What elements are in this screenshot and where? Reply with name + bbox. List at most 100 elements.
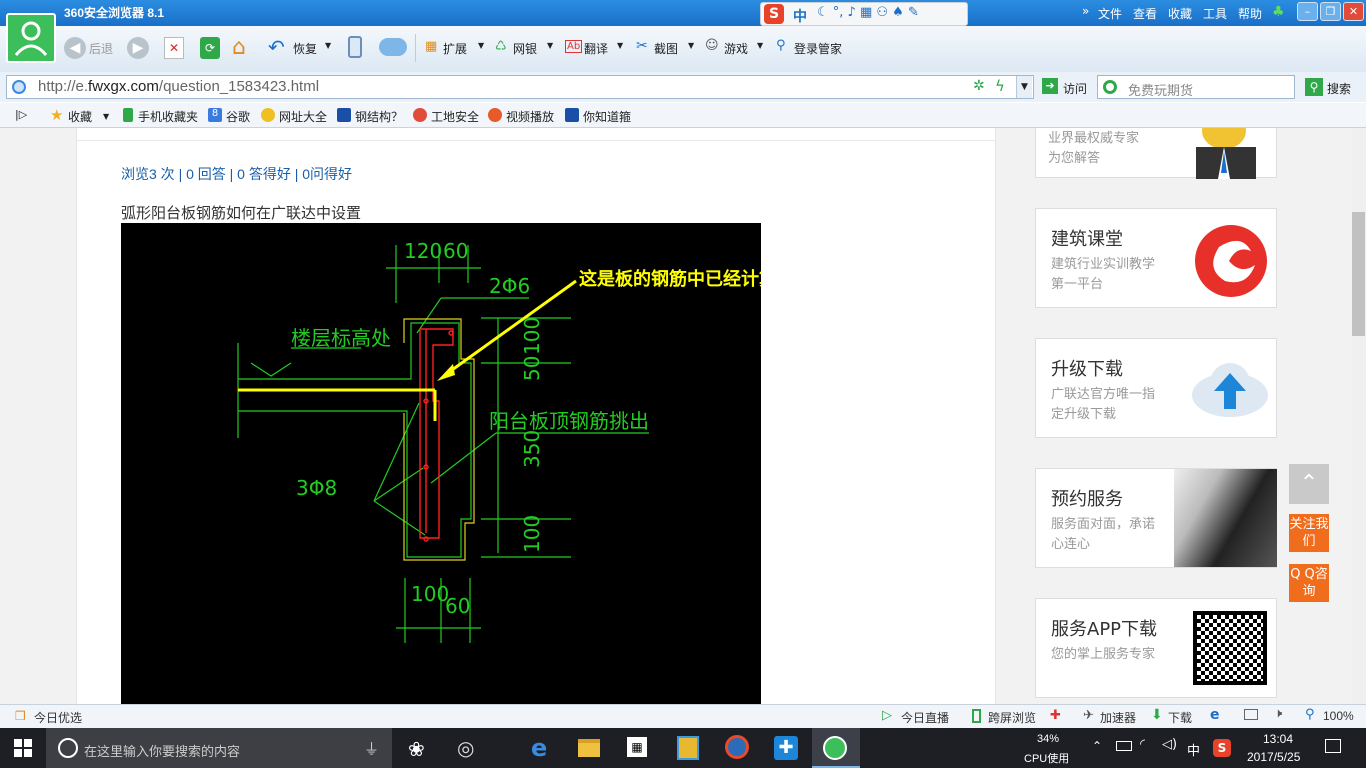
- sidebar-toggle-icon[interactable]: |▷: [15, 108, 27, 121]
- expert-card[interactable]: 业界最权威专家 为您解答: [1035, 128, 1277, 179]
- minimize-button[interactable]: –: [1297, 2, 1318, 21]
- fav-mobile[interactable]: 手机收藏夹: [138, 108, 198, 125]
- user-avatar[interactable]: [6, 13, 56, 63]
- menu-expand-icon[interactable]: »: [1082, 4, 1089, 18]
- extend-dropdown-icon[interactable]: ▼: [478, 41, 484, 50]
- notification-icon[interactable]: [1325, 739, 1341, 753]
- screenshot-dropdown-icon[interactable]: ▼: [688, 41, 694, 50]
- microphone-icon[interactable]: ⏚: [364, 738, 379, 759]
- fav-safety[interactable]: 工地安全: [431, 108, 479, 125]
- medical-icon[interactable]: ✚: [1050, 708, 1061, 723]
- battery-icon[interactable]: [1116, 741, 1132, 751]
- search-icon[interactable]: ⚲: [1305, 78, 1323, 96]
- menu-favorites[interactable]: 收藏: [1168, 5, 1192, 22]
- sidebar-card-course[interactable]: 建筑课堂 建筑行业实训教学第一平台: [1035, 208, 1277, 308]
- sidebar-card-app[interactable]: 服务APP下载 您的掌上服务专家: [1035, 598, 1277, 698]
- sogou-tray-icon[interactable]: S: [1213, 739, 1231, 757]
- google-icon: 8: [208, 108, 222, 122]
- search-input[interactable]: [1097, 75, 1295, 99]
- scrollbar-thumb[interactable]: [1352, 212, 1365, 336]
- store-icon[interactable]: ▦: [627, 737, 647, 757]
- wifi-icon[interactable]: ◜: [1140, 737, 1145, 752]
- netbank-button[interactable]: 网银: [513, 40, 537, 57]
- translate-dropdown-icon[interactable]: ▼: [617, 41, 623, 50]
- notes-app-icon[interactable]: [677, 736, 699, 760]
- sidebar-card-appointment[interactable]: 预约服务 服务面对面，承诺心连心: [1035, 468, 1277, 568]
- video-site-icon: [488, 108, 502, 122]
- undo-icon[interactable]: ↶: [268, 35, 285, 59]
- windows-start-icon[interactable]: [14, 739, 32, 757]
- file-explorer-icon[interactable]: [578, 739, 600, 757]
- app-swirl-icon[interactable]: ◎: [457, 736, 474, 760]
- address-dropdown-icon[interactable]: ▼: [1016, 76, 1032, 98]
- speaker-icon[interactable]: ◁): [1162, 737, 1177, 752]
- visit-button[interactable]: 访问: [1063, 80, 1087, 97]
- tray-expand-icon[interactable]: ⌃: [1092, 739, 1102, 753]
- go-icon[interactable]: ➜: [1042, 78, 1058, 94]
- question-stats[interactable]: 浏览3 次 | 0 回答 | 0 答得好 | 0问得好: [121, 164, 352, 184]
- edge-icon[interactable]: e: [531, 734, 547, 762]
- stop-icon[interactable]: ✕: [164, 37, 184, 59]
- fav-directory[interactable]: 网址大全: [279, 108, 327, 125]
- close-button[interactable]: ✕: [1343, 2, 1364, 21]
- search-engine-icon[interactable]: [1103, 80, 1117, 94]
- download[interactable]: 下载: [1168, 709, 1192, 726]
- clock-time[interactable]: 13:04: [1263, 732, 1293, 746]
- menu-tools[interactable]: 工具: [1203, 5, 1227, 22]
- back-button[interactable]: 后退: [89, 40, 113, 57]
- maximize-button[interactable]: ❐: [1320, 2, 1341, 21]
- follow-us-button[interactable]: 关注我们: [1289, 514, 1329, 552]
- netbank-dropdown-icon[interactable]: ▼: [547, 41, 553, 50]
- today-live[interactable]: 今日直播: [901, 709, 949, 726]
- qq-consult-button[interactable]: Q Q咨询: [1289, 564, 1329, 602]
- ime-mode[interactable]: 中: [793, 6, 807, 26]
- volume-icon[interactable]: 🕨: [1274, 706, 1282, 721]
- plus-app-icon[interactable]: ✚: [774, 736, 798, 760]
- cross-screen[interactable]: 跨屏浏览: [988, 709, 1036, 726]
- url-path: /question_1583423.html: [158, 78, 320, 95]
- extend-button[interactable]: 扩展: [443, 40, 467, 57]
- back-to-top-button[interactable]: ⌃: [1289, 464, 1329, 504]
- login-manager-button[interactable]: 登录管家: [794, 40, 842, 57]
- ie-icon[interactable]: e: [1210, 707, 1220, 723]
- skin-icon[interactable]: ♣: [1272, 4, 1285, 20]
- phone-icon[interactable]: [348, 36, 362, 58]
- clock-date[interactable]: 2017/5/25: [1247, 750, 1300, 764]
- ime-toolbar[interactable]: S 中 ☾ °, ♪ ▦ ⚇ ♠ ✎: [760, 2, 968, 26]
- menu-file[interactable]: 文件: [1098, 5, 1122, 22]
- ime-indicator[interactable]: 中: [1187, 740, 1200, 759]
- menu-help[interactable]: 帮助: [1238, 5, 1262, 22]
- menu-view[interactable]: 查看: [1133, 5, 1157, 22]
- restore-button[interactable]: 恢复: [293, 40, 317, 57]
- screenshot-button[interactable]: 截图: [654, 40, 678, 57]
- cloud-icon[interactable]: [379, 38, 407, 56]
- home-icon[interactable]: ⌂: [232, 35, 246, 60]
- search-button[interactable]: 搜索: [1327, 80, 1351, 97]
- sidebar-card-upgrade[interactable]: 升级下载 广联达官方唯一指定升级下载: [1035, 338, 1277, 438]
- cad-drawing-image[interactable]: 这是板的钢筋中已经计算 120 60 2Φ6 楼层标高处 阳台板顶钢筋挑出 3Φ…: [121, 223, 777, 704]
- fav-dropdown-icon[interactable]: ▼: [103, 112, 109, 121]
- balcony-label: 阳台板顶钢筋挑出: [489, 409, 649, 433]
- games-button[interactable]: 游戏: [724, 40, 748, 57]
- restore-dropdown-icon[interactable]: ▼: [325, 41, 331, 50]
- task-view-icon[interactable]: ❀: [408, 737, 425, 761]
- fav-video[interactable]: 视频播放: [506, 108, 554, 125]
- cloud-upload-icon: [1188, 361, 1270, 424]
- fav-steel[interactable]: 钢结构？: [355, 108, 403, 125]
- speed-icon[interactable]: ✲: [973, 78, 985, 94]
- fav-google[interactable]: 谷歌: [226, 108, 250, 125]
- back-icon[interactable]: ◀: [64, 37, 86, 59]
- today-pick[interactable]: 今日优选: [34, 709, 82, 726]
- fav-hoop[interactable]: 你知道箍: [583, 108, 631, 125]
- games-dropdown-icon[interactable]: ▼: [757, 41, 763, 50]
- refresh-icon[interactable]: ⟳: [200, 37, 220, 59]
- accelerator[interactable]: 加速器: [1100, 709, 1136, 726]
- glodon-app-icon[interactable]: [725, 735, 749, 759]
- zoom-level[interactable]: 100%: [1323, 709, 1354, 723]
- translate-button[interactable]: 翻译: [584, 40, 608, 57]
- fav-collect[interactable]: 收藏: [68, 108, 92, 125]
- window-icon[interactable]: [1244, 709, 1258, 720]
- url-text[interactable]: http://e.fwxgx.com/question_1583423.html: [38, 78, 319, 95]
- lightning-icon[interactable]: ϟ: [995, 77, 1005, 95]
- forward-icon[interactable]: ▶: [127, 37, 149, 59]
